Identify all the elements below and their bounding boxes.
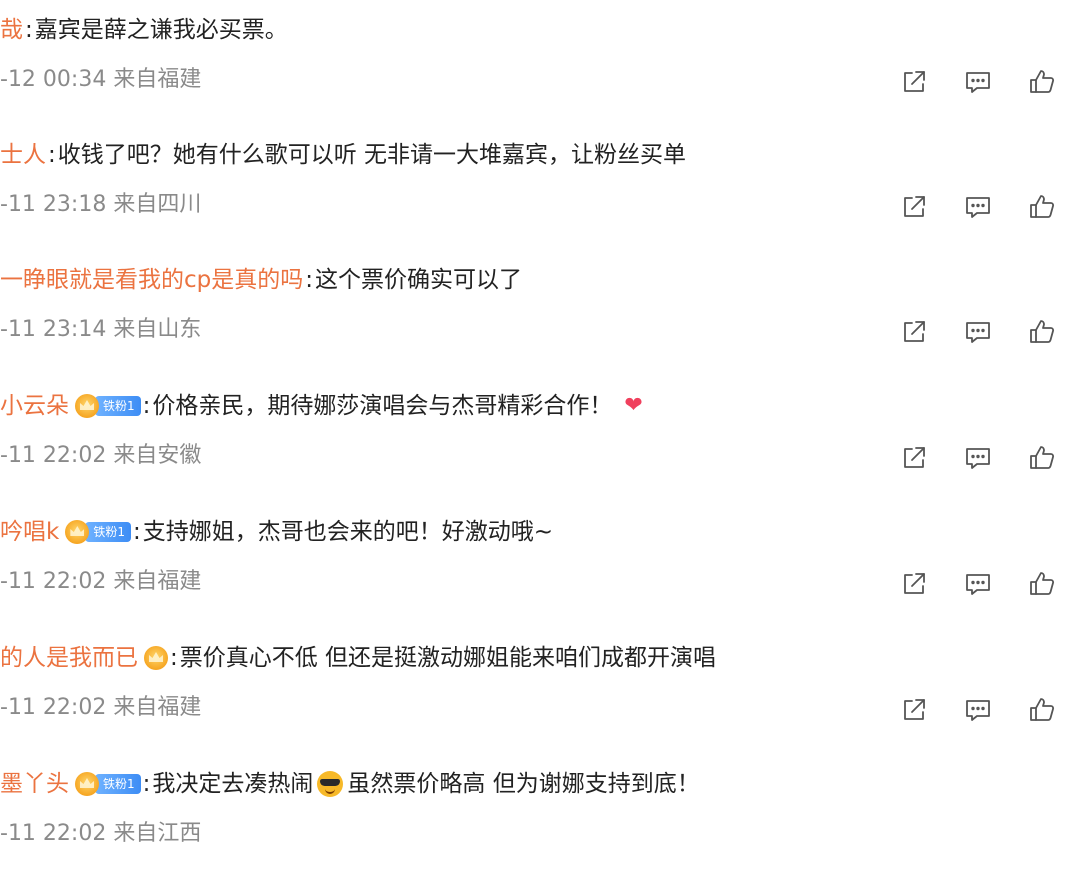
comment-icon[interactable] (962, 66, 994, 98)
like-icon[interactable] (1026, 442, 1058, 474)
comment-actions (898, 442, 1058, 474)
fan-badge[interactable] (144, 645, 168, 671)
username[interactable]: 哉 (0, 10, 23, 50)
comment-line: 墨丫头 铁粉1 : 我决定去凑热闹 虽然票价略高 但为谢娜支持到底！ (0, 764, 700, 804)
comment-meta: -11 22:02 来自福建 (0, 569, 202, 594)
username[interactable]: 墨丫头 (0, 764, 69, 804)
comment-meta: -11 23:14 来自山东 (0, 317, 202, 342)
separator: : (25, 17, 33, 43)
comment-icon[interactable] (962, 442, 994, 474)
separator: : (132, 519, 141, 545)
comment-item: 士人 : 收钱了吧？她有什么歌可以听 无非请一大堆嘉宾，让粉丝买单 -11 23… (0, 135, 1080, 261)
comment-line: 的人是我而已 : 票价真心不低 但还是挺激动娜姐能来咱们成都开演唱 (0, 638, 716, 678)
separator: : (305, 267, 313, 293)
like-icon[interactable] (1026, 568, 1058, 600)
comment-actions (898, 694, 1058, 726)
comment-meta: -11 22:02 来自安徽 (0, 443, 202, 468)
fan-badge[interactable]: 铁粉1 (75, 393, 141, 419)
comment-line: 士人 : 收钱了吧？她有什么歌可以听 无非请一大堆嘉宾，让粉丝买单 (0, 135, 686, 175)
crown-icon (75, 394, 99, 418)
heart-icon: ❤ (624, 393, 643, 418)
comment-item: 哉 : 嘉宾是薛之谦我必买票。 -12 00:34 来自福建 (0, 10, 1080, 136)
share-icon[interactable] (898, 191, 930, 223)
separator: : (170, 645, 178, 671)
username[interactable]: 一睁眼就是看我的cp是真的吗 (0, 260, 303, 300)
fan-badge[interactable]: 铁粉1 (75, 771, 141, 797)
comment-line: 哉 : 嘉宾是薛之谦我必买票。 (0, 10, 288, 50)
comment-actions (898, 568, 1058, 600)
share-icon[interactable] (898, 568, 930, 600)
separator: : (142, 771, 151, 797)
comment-actions (898, 316, 1058, 348)
comment-icon[interactable] (962, 568, 994, 600)
comment-text: 支持娜姐，杰哥也会来的吧！好激动哦~ (142, 519, 553, 545)
comment-meta: -11 23:18 来自四川 (0, 192, 202, 217)
like-icon[interactable] (1026, 694, 1058, 726)
like-icon[interactable] (1026, 191, 1058, 223)
comment-item: 的人是我而已 : 票价真心不低 但还是挺激动娜姐能来咱们成都开演唱 -11 22… (0, 638, 1080, 764)
comment-icon[interactable] (962, 694, 994, 726)
comment-text: 这个票价确实可以了 (315, 267, 522, 293)
comment-text-before-emoji: 我决定去凑热闹 (152, 771, 314, 797)
like-icon[interactable] (1026, 66, 1058, 98)
username[interactable]: 士人 (0, 135, 46, 175)
comment-item: 墨丫头 铁粉1 : 我决定去凑热闹 虽然票价略高 但为谢娜支持到底！ -11 2… (0, 764, 1080, 886)
sunglasses-emoji-icon (317, 771, 344, 797)
share-icon[interactable] (898, 694, 930, 726)
comment-text: 价格亲民，期待娜莎演唱会与杰哥精彩合作！ (152, 393, 613, 419)
comment-text: 嘉宾是薛之谦我必买票。 (34, 17, 288, 43)
fan-badge-label: 铁粉1 (85, 522, 131, 542)
comment-line: 小云朵 铁粉1 : 价格亲民，期待娜莎演唱会与杰哥精彩合作！ ❤ (0, 386, 643, 426)
comment-actions (898, 66, 1058, 98)
comment-item: 吟唱k 铁粉1 : 支持娜姐，杰哥也会来的吧！好激动哦~ -11 22:02 来… (0, 512, 1080, 638)
comment-line: 吟唱k 铁粉1 : 支持娜姐，杰哥也会来的吧！好激动哦~ (0, 512, 553, 552)
username[interactable]: 的人是我而已 (0, 638, 138, 678)
comment-meta: -12 00:34 来自福建 (0, 67, 202, 92)
comment-text: 票价真心不低 但还是挺激动娜姐能来咱们成都开演唱 (179, 645, 717, 671)
comment-text-after-emoji: 虽然票价略高 但为谢娜支持到底！ (347, 771, 700, 797)
comment-text: 收钱了吧？她有什么歌可以听 无非请一大堆嘉宾，让粉丝买单 (57, 142, 687, 168)
share-icon[interactable] (898, 66, 930, 98)
fan-badge[interactable]: 铁粉1 (65, 519, 131, 545)
username[interactable]: 小云朵 (0, 386, 69, 426)
comment-icon[interactable] (962, 316, 994, 348)
fan-badge-label: 铁粉1 (95, 396, 141, 416)
comment-meta: -11 22:02 来自福建 (0, 695, 202, 720)
comment-icon[interactable] (962, 191, 994, 223)
separator: : (142, 393, 151, 419)
like-icon[interactable] (1026, 316, 1058, 348)
comment-item: 一睁眼就是看我的cp是真的吗 : 这个票价确实可以了 -11 23:14 来自山… (0, 260, 1080, 386)
share-icon[interactable] (898, 442, 930, 474)
crown-icon (144, 646, 168, 670)
comment-actions (898, 191, 1058, 223)
username[interactable]: 吟唱k (0, 512, 59, 552)
comment-item: 小云朵 铁粉1 : 价格亲民，期待娜莎演唱会与杰哥精彩合作！ ❤ -11 22:… (0, 386, 1080, 512)
separator: : (48, 142, 56, 168)
crown-icon (75, 772, 99, 796)
comment-meta: -11 22:02 来自江西 (0, 821, 202, 846)
fan-badge-label: 铁粉1 (95, 774, 141, 794)
comment-line: 一睁眼就是看我的cp是真的吗 : 这个票价确实可以了 (0, 260, 522, 300)
share-icon[interactable] (898, 316, 930, 348)
